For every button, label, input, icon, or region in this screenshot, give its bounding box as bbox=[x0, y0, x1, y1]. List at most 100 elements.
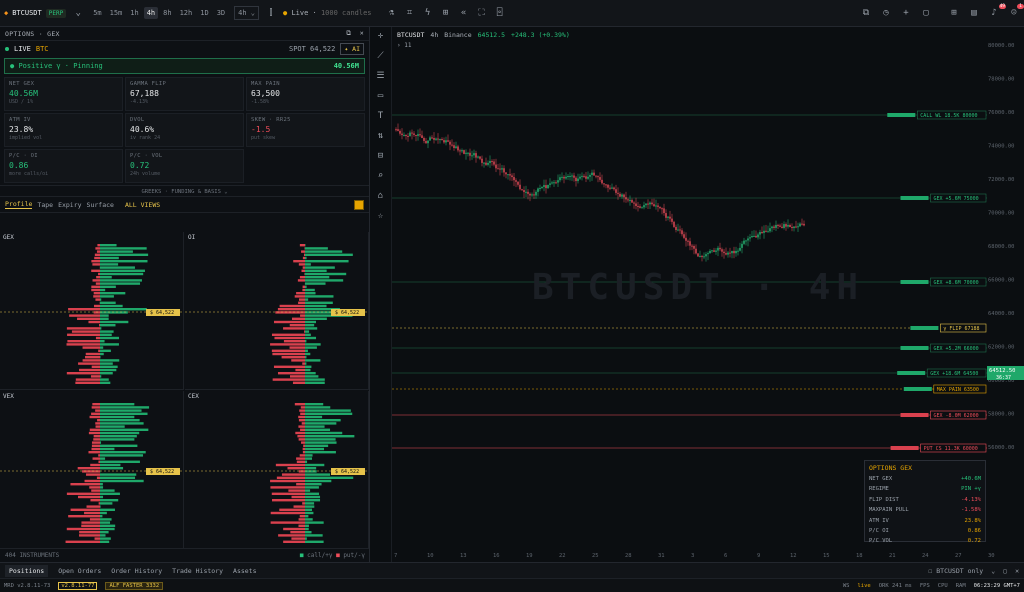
layout-icon[interactable]: ▢ bbox=[920, 8, 932, 18]
bell-icon[interactable]: ♪ 49 bbox=[988, 4, 1006, 18]
call-bar bbox=[100, 425, 125, 428]
candle-body bbox=[485, 162, 487, 165]
symbol-selector[interactable]: ◆ BTCUSDT PERP bbox=[4, 8, 67, 18]
fullscreen-icon[interactable]: ⛶ bbox=[476, 8, 488, 18]
star-icon[interactable]: ☆ bbox=[378, 211, 383, 224]
close-icon[interactable]: ✕ bbox=[360, 29, 364, 37]
gex-level-label: γ FLIP 67188 bbox=[943, 326, 979, 332]
put-bar bbox=[295, 368, 305, 372]
rewind-icon[interactable]: « bbox=[458, 8, 470, 18]
put-bar bbox=[298, 518, 305, 521]
tab-trade-history[interactable]: Trade History bbox=[172, 567, 223, 575]
alf-badge: ALF FASTER 3332 bbox=[105, 581, 164, 590]
lock-icon[interactable]: ⌂ bbox=[378, 191, 383, 204]
call-bar bbox=[100, 288, 106, 292]
layers-icon[interactable]: ▤ bbox=[968, 8, 980, 18]
candle-body bbox=[453, 145, 455, 148]
trendline-icon[interactable]: ⟋ bbox=[377, 51, 383, 64]
close-icon[interactable]: ✕ bbox=[1015, 567, 1019, 575]
chart-header: BTCUSDT 4h Binance 64512.5 +248.3 (+0.39… bbox=[397, 31, 570, 39]
tf-4h[interactable]: 4h bbox=[143, 7, 159, 19]
gex-level-label: CALL WL 18.5K 80000 bbox=[920, 113, 977, 119]
clock-icon[interactable]: ◷ bbox=[880, 8, 892, 18]
put-bar bbox=[298, 425, 305, 428]
candle-body bbox=[501, 168, 503, 170]
put-bar bbox=[81, 521, 100, 524]
ogex-key: P/C VOL bbox=[869, 538, 893, 545]
candle-body bbox=[597, 176, 599, 178]
chevron-down-icon[interactable]: ⌄ bbox=[72, 8, 84, 18]
candle-body bbox=[767, 231, 769, 233]
fib-icon[interactable]: ☰ bbox=[376, 71, 384, 84]
y-tick: 64000.00 bbox=[988, 311, 1015, 317]
put-bar bbox=[95, 425, 100, 428]
dropdown-icon[interactable]: ⌄ bbox=[991, 567, 995, 575]
bolt-icon[interactable]: ϟ bbox=[422, 8, 434, 18]
candle-type-icon[interactable]: ⫿ bbox=[265, 8, 277, 18]
tab-expiry[interactable]: Expiry bbox=[58, 201, 81, 209]
call-bar bbox=[100, 276, 112, 279]
add-icon[interactable]: + bbox=[900, 8, 912, 18]
put-bar bbox=[292, 381, 305, 384]
call-bar bbox=[305, 381, 325, 384]
ruler-icon[interactable]: ⊟ bbox=[378, 151, 383, 164]
grid-view-toggle[interactable] bbox=[354, 199, 364, 210]
filter-checkbox[interactable]: ☐ BTCUSDT only bbox=[928, 567, 983, 575]
tf-1d[interactable]: 1D bbox=[197, 7, 211, 19]
call-bar bbox=[305, 266, 335, 269]
candle-body bbox=[631, 199, 633, 203]
candle-body bbox=[567, 175, 569, 177]
camera-icon[interactable]: ⌻ bbox=[494, 8, 506, 18]
candle-body bbox=[755, 235, 757, 238]
text-icon[interactable]: T bbox=[378, 111, 383, 124]
candle-body bbox=[693, 245, 695, 249]
put-bar bbox=[91, 406, 100, 409]
candle-body bbox=[697, 253, 699, 257]
call-bar bbox=[305, 431, 343, 435]
user-icon[interactable]: ☺ 1 bbox=[1008, 4, 1024, 18]
put-bar bbox=[88, 451, 100, 454]
grid-icon[interactable]: ⊞ bbox=[440, 8, 452, 18]
tf-1h[interactable]: 1h bbox=[127, 7, 141, 19]
popout-icon[interactable]: ⧉ bbox=[346, 29, 351, 37]
candle-body bbox=[503, 168, 505, 173]
candle-body bbox=[595, 175, 597, 177]
call-bar bbox=[100, 346, 104, 349]
call-bar bbox=[305, 463, 325, 467]
tab-positions[interactable]: Positions bbox=[5, 564, 49, 577]
tab-tape[interactable]: Tape bbox=[37, 201, 53, 209]
tab-profile[interactable]: Profile bbox=[5, 200, 33, 209]
candle-body bbox=[769, 228, 771, 232]
tf-3d[interactable]: 3D bbox=[214, 7, 228, 19]
call-bar bbox=[100, 460, 140, 463]
metric-card: MAX PAIN 63,500 -1.58% bbox=[246, 77, 365, 111]
popout-icon[interactable]: ⧉ bbox=[860, 8, 872, 18]
measure-icon[interactable]: ⇅ bbox=[378, 131, 383, 144]
call-bar bbox=[305, 336, 317, 340]
candle-body bbox=[709, 250, 711, 254]
candle-body bbox=[773, 226, 775, 228]
candle-body bbox=[523, 190, 525, 193]
chart-icon[interactable]: ⌗ bbox=[404, 8, 416, 18]
asset-select[interactable]: BTC bbox=[36, 45, 49, 53]
tab-all-views[interactable]: ALL VIEWS bbox=[125, 201, 160, 209]
tab-order-history[interactable]: Order History bbox=[111, 567, 162, 575]
indicators-icon[interactable]: ⚗ bbox=[386, 8, 398, 18]
tf-15m[interactable]: 15m bbox=[107, 7, 126, 19]
metric-value: 0.86 bbox=[9, 161, 29, 170]
tab-surface[interactable]: Surface bbox=[87, 201, 114, 209]
gex-level-bar bbox=[910, 326, 939, 330]
tab-open-orders[interactable]: Open Orders bbox=[58, 567, 101, 575]
tf-5m[interactable]: 5m bbox=[90, 7, 104, 19]
ai-button[interactable]: ✦ AI bbox=[340, 43, 364, 55]
tab-assets[interactable]: Assets bbox=[233, 567, 256, 575]
tf-8h[interactable]: 8h bbox=[160, 7, 174, 19]
zoom-icon[interactable]: ⌕ bbox=[378, 171, 383, 184]
crosshair-icon[interactable]: ✛ bbox=[378, 31, 383, 44]
greeks-toggle[interactable]: GREEKS · FUNDING & BASIS ⌄ bbox=[0, 185, 369, 197]
expand-icon[interactable]: ▢ bbox=[1003, 567, 1007, 575]
rectangle-icon[interactable]: ▭ bbox=[378, 91, 383, 104]
tf-12h[interactable]: 12h bbox=[177, 7, 196, 19]
tf-select[interactable]: 4h ⌄ bbox=[234, 6, 259, 20]
apps-icon[interactable]: ⊞ bbox=[948, 8, 960, 18]
